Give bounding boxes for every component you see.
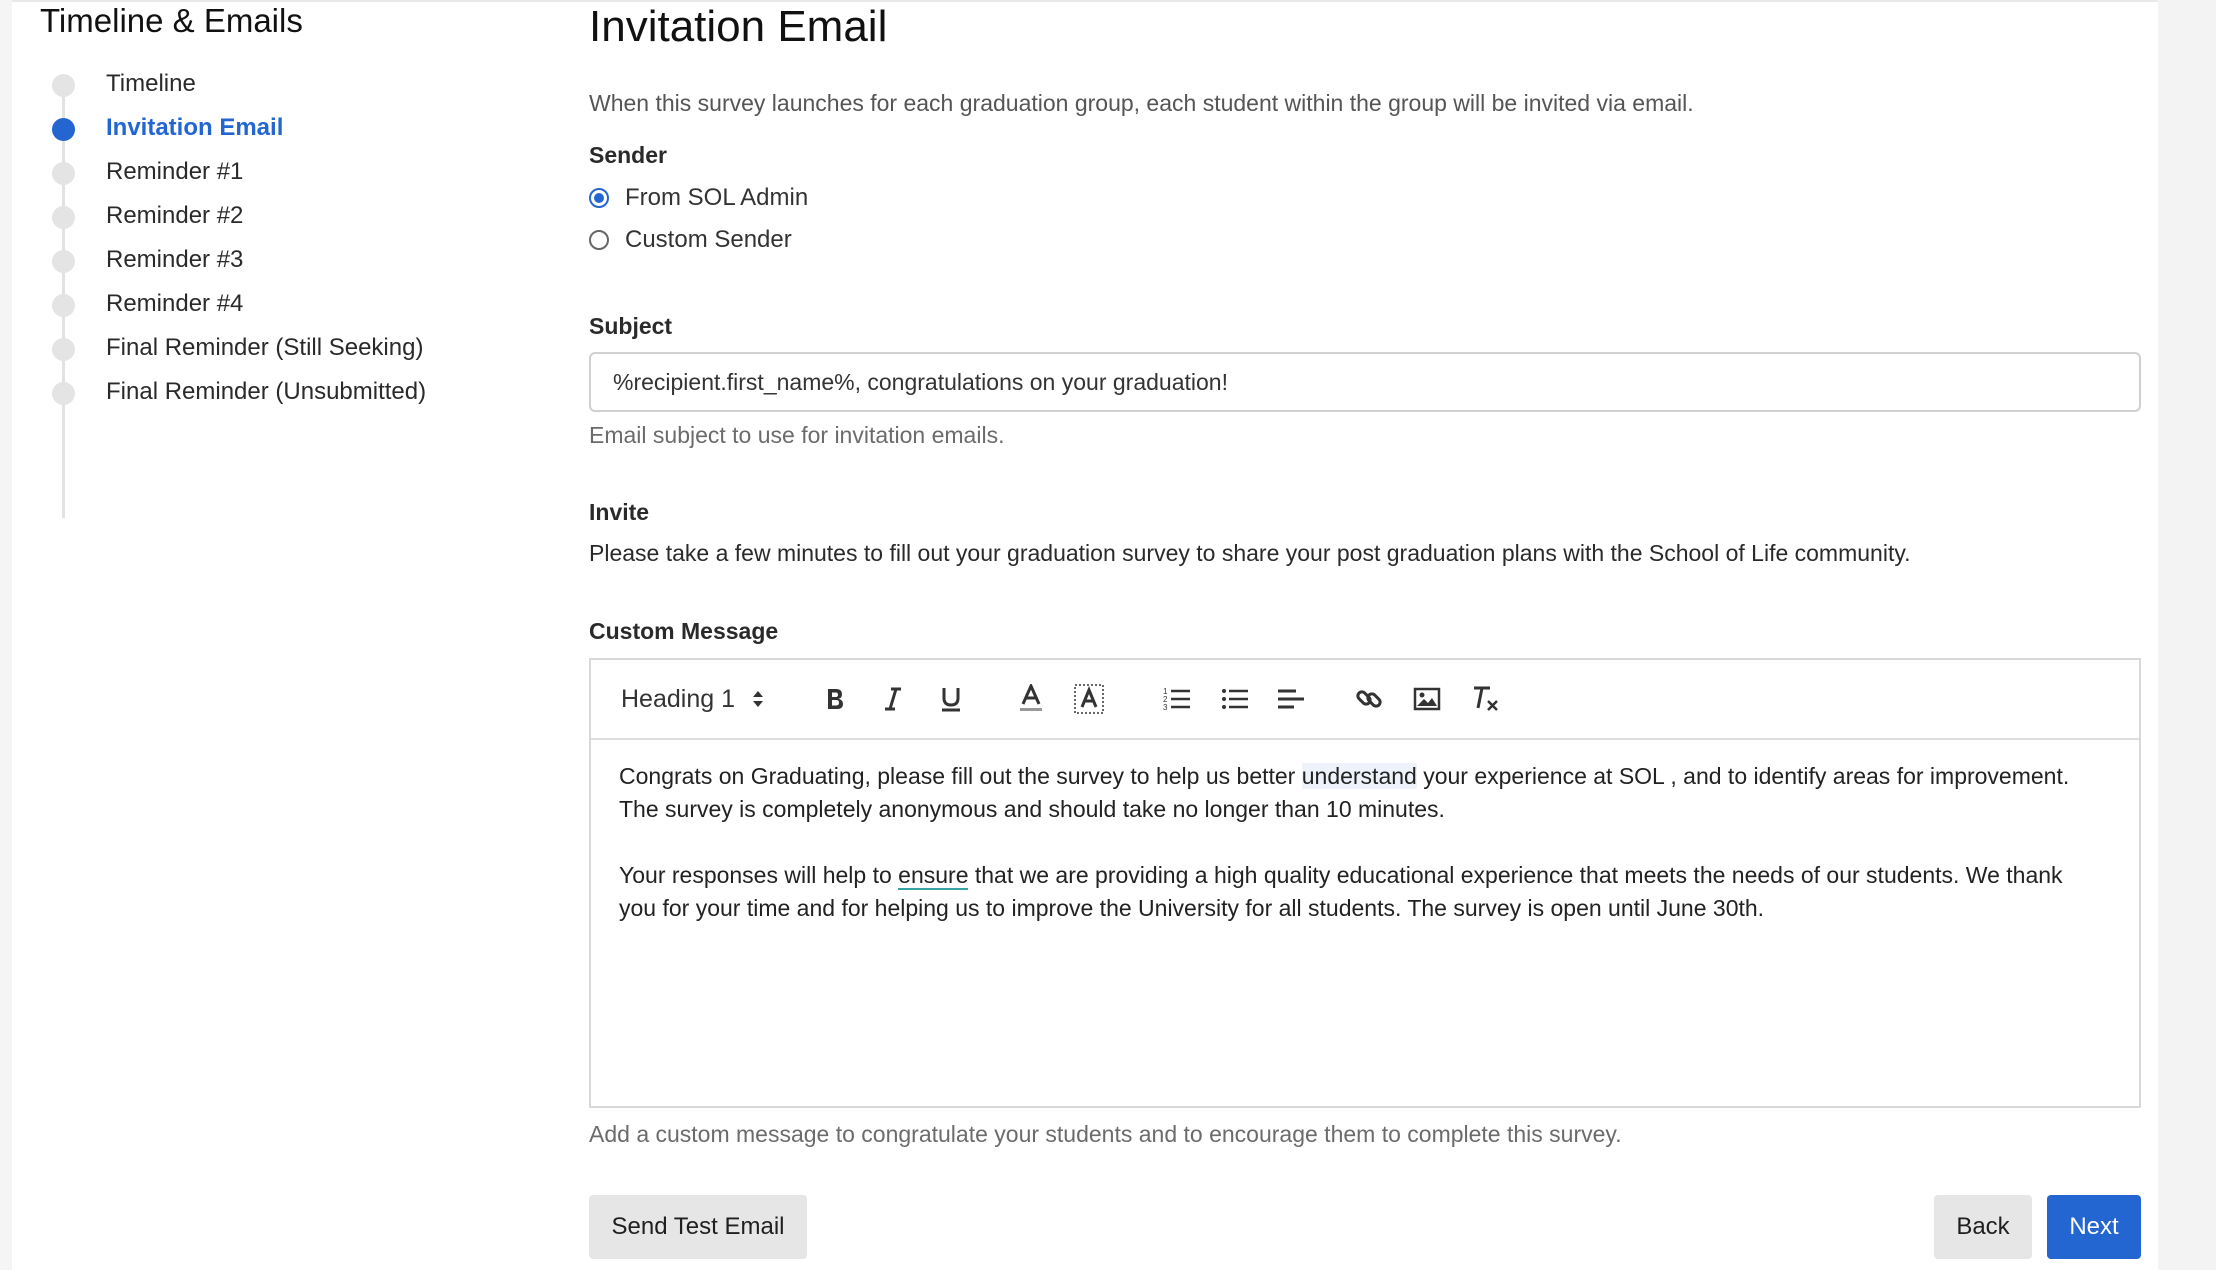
- page: Timeline & Emails Timeline Invitation Em…: [12, 0, 2158, 1270]
- step-invitation-email[interactable]: Invitation Email: [40, 110, 520, 150]
- rich-text-editor[interactable]: Heading 1 1 2 3 Congrats on Graduating, …: [589, 658, 2141, 1108]
- step-list: Timeline Invitation Email Reminder #1 Re…: [40, 66, 540, 536]
- send-test-email-button[interactable]: Send Test Email: [589, 1195, 807, 1259]
- step-label: Reminder #3: [106, 246, 244, 273]
- radio-label: Custom Sender: [625, 226, 792, 253]
- back-button[interactable]: Back: [1934, 1195, 2032, 1259]
- step-dot-icon: [52, 250, 75, 273]
- updown-arrows-icon: [751, 688, 765, 710]
- highlight-icon[interactable]: [1069, 660, 1109, 738]
- message-paragraph: Your responses will help to ensure that …: [619, 859, 2099, 925]
- step-label: Final Reminder (Still Seeking): [106, 334, 424, 361]
- message-paragraph: Congrats on Graduating, please fill out …: [619, 760, 2099, 826]
- subject-input[interactable]: [589, 352, 2141, 412]
- block-format-value: Heading 1: [621, 684, 735, 713]
- step-label: Reminder #4: [106, 290, 244, 317]
- custom-message-label: Custom Message: [589, 618, 779, 644]
- radio-label: From SOL Admin: [625, 184, 809, 211]
- spellcheck-word: ensure: [898, 862, 969, 890]
- block-format-select[interactable]: Heading 1: [621, 660, 765, 738]
- step-dot-active-icon: [52, 118, 75, 141]
- sender-option-sol-admin[interactable]: From SOL Admin: [589, 182, 808, 214]
- font-color-icon[interactable]: [1011, 660, 1051, 738]
- text-run: Your responses will help to: [619, 862, 899, 888]
- step-dot-icon: [52, 162, 75, 185]
- image-icon[interactable]: [1407, 660, 1447, 738]
- step-final-reminder-still-seeking[interactable]: Final Reminder (Still Seeking): [40, 330, 520, 370]
- highlighted-word: understand: [1301, 763, 1417, 789]
- step-dot-icon: [52, 382, 75, 405]
- align-icon[interactable]: [1271, 660, 1311, 738]
- sender-label: Sender: [589, 142, 667, 168]
- step-label: Reminder #1: [106, 158, 244, 185]
- editor-toolbar: Heading 1 1 2 3: [591, 660, 2139, 740]
- sender-option-custom[interactable]: Custom Sender: [589, 224, 792, 256]
- clear-format-icon[interactable]: [1465, 660, 1505, 738]
- radio-unchecked-icon[interactable]: [589, 230, 609, 250]
- underline-icon[interactable]: [931, 660, 971, 738]
- step-dot-icon: [52, 74, 75, 97]
- link-icon[interactable]: [1349, 660, 1389, 738]
- window-edge: [0, 0, 12, 1270]
- invite-text: Please take a few minutes to fill out yo…: [589, 540, 1911, 566]
- step-label: Reminder #2: [106, 202, 244, 229]
- step-final-reminder-unsubmitted[interactable]: Final Reminder (Unsubmitted): [40, 374, 520, 414]
- bullet-list-icon[interactable]: [1215, 660, 1255, 738]
- step-dot-icon: [52, 206, 75, 229]
- step-label: Invitation Email: [106, 114, 284, 141]
- step-reminder-3[interactable]: Reminder #3: [40, 242, 520, 282]
- step-timeline[interactable]: Timeline: [40, 66, 520, 106]
- step-label: Timeline: [106, 70, 196, 97]
- ordered-list-icon[interactable]: 123: [1157, 660, 1197, 738]
- step-reminder-2[interactable]: Reminder #2: [40, 198, 520, 238]
- custom-message-help: Add a custom message to congratulate you…: [589, 1121, 1622, 1147]
- page-title: Invitation Email: [589, 2, 888, 51]
- invite-label: Invite: [589, 499, 650, 525]
- subject-help: Email subject to use for invitation emai…: [589, 422, 1005, 448]
- bold-icon[interactable]: [815, 660, 855, 738]
- editor-content[interactable]: Congrats on Graduating, please fill out …: [619, 760, 2099, 958]
- subject-label: Subject: [589, 313, 673, 339]
- page-description: When this survey launches for each gradu…: [589, 90, 1694, 116]
- next-button[interactable]: Next: [2047, 1195, 2141, 1259]
- step-label: Final Reminder (Unsubmitted): [106, 378, 427, 405]
- sidebar-title: Timeline & Emails: [40, 2, 303, 39]
- step-reminder-1[interactable]: Reminder #1: [40, 154, 520, 194]
- radio-checked-icon[interactable]: [589, 188, 609, 208]
- step-reminder-4[interactable]: Reminder #4: [40, 286, 520, 326]
- svg-text:3: 3: [1163, 703, 1168, 712]
- step-dot-icon: [52, 338, 75, 361]
- step-dot-icon: [52, 294, 75, 317]
- italic-icon[interactable]: [873, 660, 913, 738]
- text-run: Congrats on Graduating, please fill out …: [619, 763, 1302, 789]
